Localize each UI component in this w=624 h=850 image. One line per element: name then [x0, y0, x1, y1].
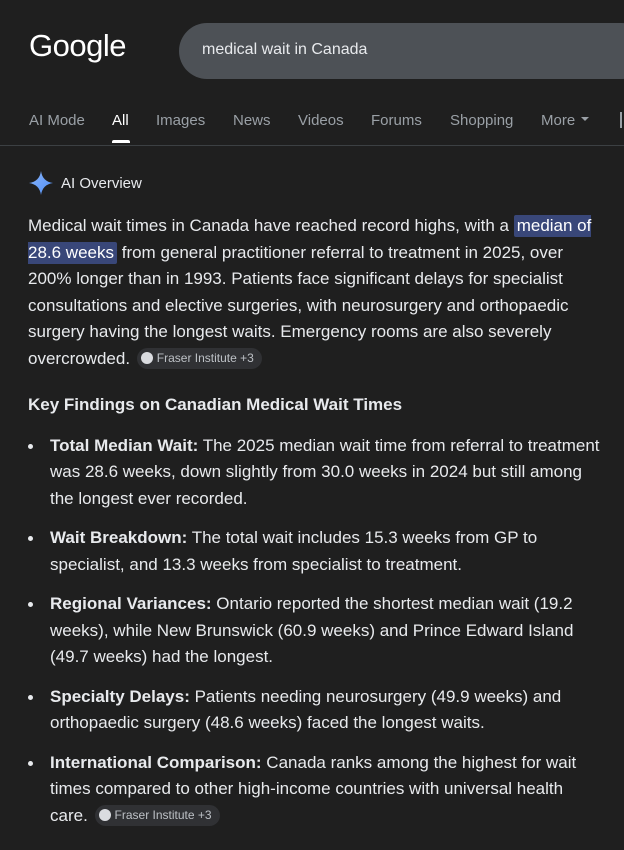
- list-item: International Comparison: Canada ranks a…: [28, 750, 603, 830]
- source-favicon-icon: [140, 351, 153, 364]
- finding-term: Total Median Wait:: [50, 435, 199, 455]
- summary-text-start: Medical wait times in Canada have reache…: [28, 216, 514, 235]
- tab-videos[interactable]: Videos: [298, 112, 344, 129]
- bullet-icon: [28, 443, 33, 449]
- tab-news[interactable]: News: [233, 112, 271, 129]
- findings-list: Total Median Wait: The 2025 median wait …: [28, 433, 603, 830]
- tools-edge-icon[interactable]: [620, 112, 622, 128]
- tab-more[interactable]: More: [541, 112, 590, 129]
- source-chip[interactable]: Fraser Institute +3: [94, 804, 220, 826]
- list-item: Total Median Wait: The 2025 median wait …: [28, 433, 603, 513]
- ai-overview-title: AI Overview: [61, 175, 142, 192]
- finding-term: International Comparison:: [50, 752, 262, 772]
- tab-ai-mode[interactable]: AI Mode: [29, 112, 85, 129]
- source-chip[interactable]: Fraser Institute +3: [136, 347, 262, 369]
- finding-term: Wait Breakdown:: [50, 528, 188, 547]
- finding-term: Specialty Delays:: [50, 686, 190, 706]
- tab-more-label: More: [541, 112, 576, 129]
- bullet-icon: [28, 602, 33, 607]
- search-tabs: AI Mode All Images News Videos Forums Sh…: [0, 100, 624, 146]
- search-box[interactable]: medical wait in Canada: [179, 23, 624, 79]
- ai-overview-header: AI Overview: [28, 170, 328, 196]
- source-favicon-icon: [98, 808, 111, 821]
- ai-overview-summary: Medical wait times in Canada have reache…: [28, 213, 603, 372]
- tab-forums[interactable]: Forums: [371, 112, 422, 129]
- bullet-icon: [28, 694, 33, 700]
- search-input[interactable]: medical wait in Canada: [202, 41, 367, 59]
- ai-overview-content: Medical wait times in Canada have reache…: [28, 213, 603, 842]
- google-logo[interactable]: Google: [29, 28, 126, 64]
- sparkle-icon: [29, 171, 53, 195]
- source-chip-label: Fraser Institute +3: [114, 807, 212, 822]
- tab-all[interactable]: All: [112, 112, 129, 129]
- bullet-icon: [28, 760, 33, 766]
- section-heading: Key Findings on Canadian Medical Wait Ti…: [28, 395, 403, 414]
- bullet-icon: [28, 536, 33, 541]
- finding-term: Regional Variances:: [50, 594, 212, 613]
- search-results-page: Google medical wait in Canada AI Mode Al…: [0, 0, 624, 850]
- list-item: Wait Breakdown: The total wait includes …: [28, 525, 603, 578]
- list-item: Regional Variances: Ontario reported the…: [28, 591, 603, 671]
- chevron-down-icon: [581, 117, 590, 122]
- list-item: Specialty Delays: Patients needing neuro…: [28, 684, 603, 737]
- tab-images[interactable]: Images: [156, 112, 205, 129]
- source-chip-label: Fraser Institute +3: [156, 350, 254, 365]
- tab-shopping[interactable]: Shopping: [450, 112, 513, 129]
- active-tab-indicator: [112, 140, 130, 143]
- header: Google medical wait in Canada: [0, 0, 624, 100]
